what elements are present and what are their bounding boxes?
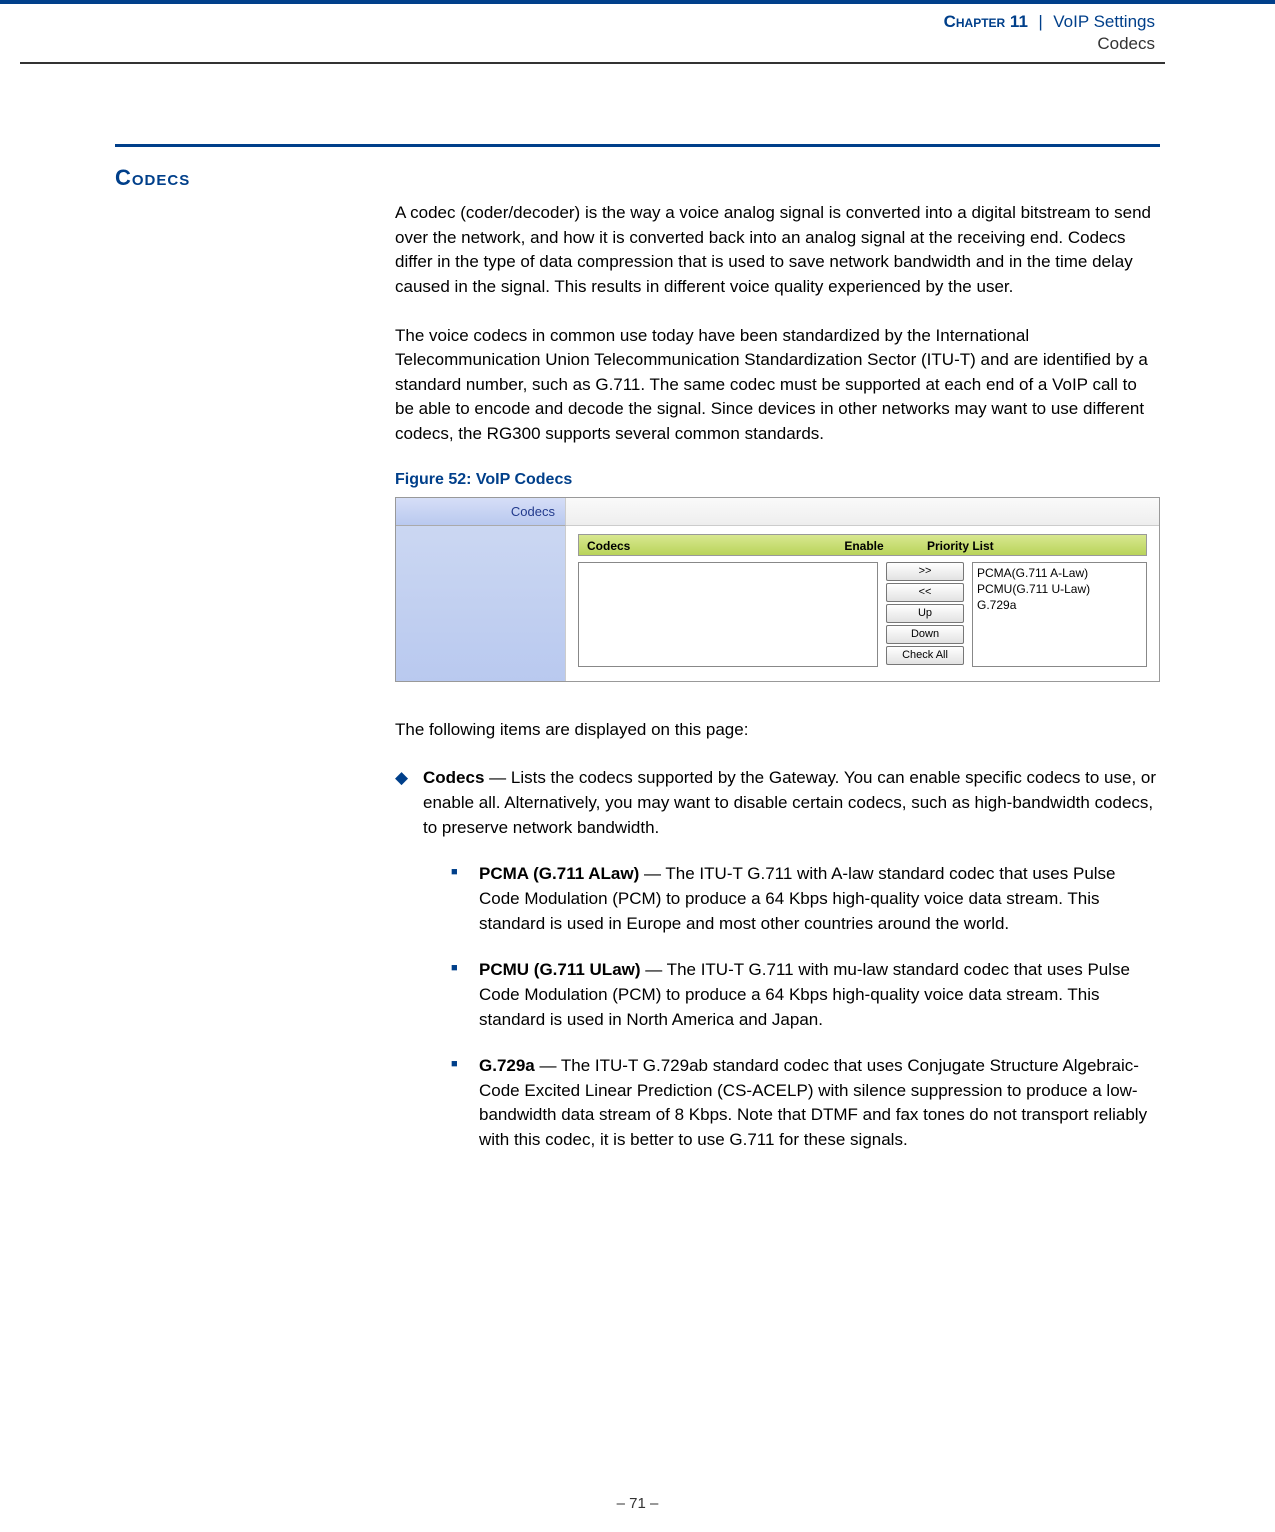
content-area: Codecs A codec (coder/decoder) is the wa… (115, 144, 1160, 1153)
figure-top-filler (566, 498, 1159, 526)
chapter-separator: | (1038, 12, 1042, 31)
body-block: A codec (coder/decoder) is the way a voi… (395, 201, 1160, 1153)
figure-body: Codecs Enable Priority List >> << Up Dow… (396, 526, 1159, 681)
figure-sidebar-label: Codecs (396, 498, 566, 526)
page-number: – 71 – (0, 1495, 1275, 1512)
priority-item[interactable]: G.729a (977, 597, 1142, 613)
move-up-button[interactable]: Up (886, 604, 964, 623)
figure-controls: >> << Up Down Check All PCMA(G.711 A-Law… (578, 562, 1147, 667)
figure-buttons-column: >> << Up Down Check All (886, 562, 964, 667)
priority-item[interactable]: PCMA(G.711 A-Law) (977, 565, 1142, 581)
section-heading: Codecs (115, 165, 1160, 191)
item-codecs: Codecs — Lists the codecs supported by t… (395, 766, 1160, 1152)
item-codecs-text: — Lists the codecs supported by the Gate… (423, 768, 1156, 836)
figure-sidebar (396, 526, 566, 681)
header-rule (20, 62, 1165, 64)
sub-item-list: PCMA (G.711 ALaw) — The ITU-T G.711 with… (451, 862, 1160, 1152)
figure-header-enable: Enable (819, 535, 909, 555)
figure-top-bar: Codecs (396, 498, 1159, 526)
item-pcma-label: PCMA (G.711 ALaw) (479, 864, 639, 883)
priority-listbox[interactable]: PCMA(G.711 A-Law) PCMU(G.711 U-Law) G.72… (972, 562, 1147, 667)
move-right-button[interactable]: >> (886, 562, 964, 581)
figure-header-codecs: Codecs (579, 535, 819, 555)
item-pcmu: PCMU (G.711 ULaw) — The ITU-T G.711 with… (451, 958, 1160, 1032)
chapter-label: Chapter 11 (944, 12, 1028, 31)
figure-52: Codecs Codecs Enable Priority List (395, 497, 1160, 682)
figure-column-headers: Codecs Enable Priority List (578, 534, 1147, 556)
chapter-title: VoIP Settings (1053, 12, 1155, 31)
paragraph-1: A codec (coder/decoder) is the way a voi… (395, 201, 1160, 300)
figure-caption: Figure 52: VoIP Codecs (395, 471, 1160, 489)
codecs-listbox[interactable] (578, 562, 878, 667)
item-list: Codecs — Lists the codecs supported by t… (395, 766, 1160, 1152)
intro-line: The following items are displayed on thi… (395, 718, 1160, 743)
figure-main: Codecs Enable Priority List >> << Up Dow… (566, 526, 1159, 681)
item-codecs-label: Codecs (423, 768, 484, 787)
figure-codecs-list-area (578, 562, 878, 667)
item-pcma: PCMA (G.711 ALaw) — The ITU-T G.711 with… (451, 862, 1160, 936)
item-g729a-text: — The ITU-T G.729ab standard codec that … (479, 1056, 1147, 1149)
item-pcmu-label: PCMU (G.711 ULaw) (479, 960, 641, 979)
item-g729a: G.729a — The ITU-T G.729ab standard code… (451, 1054, 1160, 1153)
section-rule (115, 144, 1160, 147)
priority-item[interactable]: PCMU(G.711 U-Law) (977, 581, 1142, 597)
move-down-button[interactable]: Down (886, 625, 964, 644)
move-left-button[interactable]: << (886, 583, 964, 602)
chapter-subtitle: Codecs (20, 34, 1155, 54)
paragraph-2: The voice codecs in common use today hav… (395, 324, 1160, 447)
figure-header-priority: Priority List (909, 535, 1146, 555)
item-g729a-label: G.729a (479, 1056, 535, 1075)
check-all-button[interactable]: Check All (886, 646, 964, 665)
page-header: Chapter 11 | VoIP Settings Codecs (0, 0, 1275, 62)
